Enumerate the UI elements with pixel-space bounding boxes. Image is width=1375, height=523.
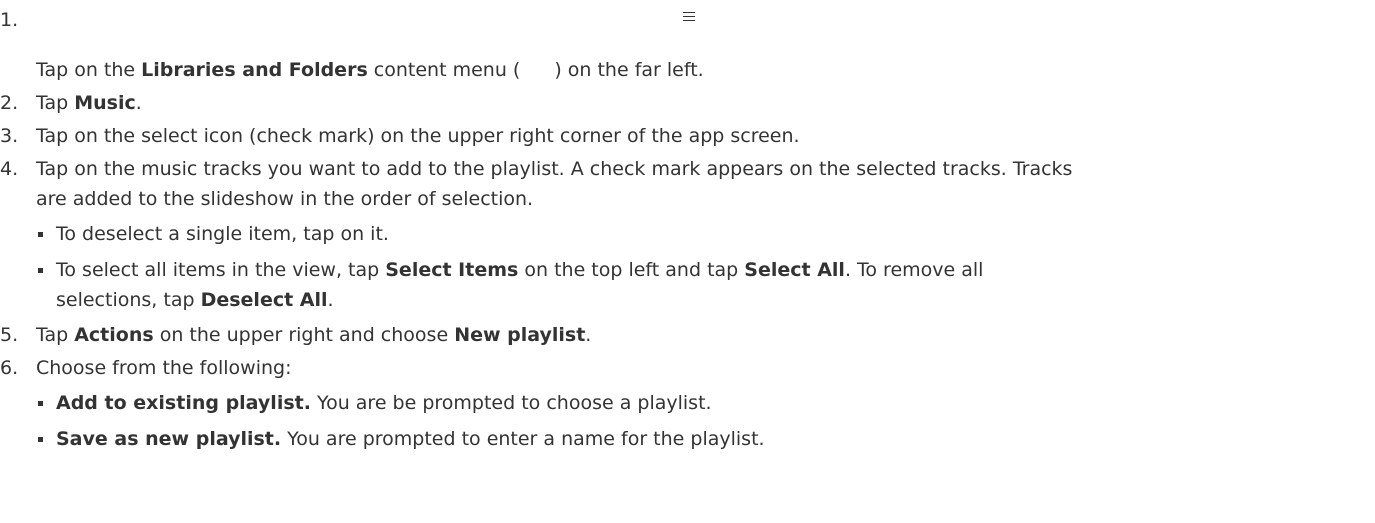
sub-item-text: To deselect a single item, tap on it. <box>56 223 389 245</box>
step-text: Tap on the Libraries and Folders content… <box>36 59 704 81</box>
step-number: 1. <box>0 9 19 31</box>
bullet-marker <box>38 428 48 450</box>
new-playlist-label: New playlist <box>454 324 586 346</box>
step-text-line-2: are added to the slideshow in the order … <box>36 188 534 210</box>
add-to-existing-playlist-label: Add to existing playlist. <box>56 392 311 414</box>
music-label: Music <box>74 92 136 114</box>
step-number: 2. <box>0 92 19 114</box>
sub-item-text: Add to existing playlist. You are be pro… <box>56 392 712 414</box>
step-text: Choose from the following: <box>36 357 292 379</box>
step-text-line-1: Tap on the music tracks you want to add … <box>36 158 1073 180</box>
step-text: Tap Music. <box>36 92 142 114</box>
step-text: Tap on the select icon (check mark) on t… <box>36 125 800 147</box>
deselect-all-label: Deselect All <box>200 289 328 311</box>
bullet-marker <box>38 223 48 245</box>
select-all-label: Select All <box>744 259 845 281</box>
libraries-and-folders-label: Libraries and Folders <box>141 59 368 81</box>
step-text: Tap Actions on the upper right and choos… <box>36 324 592 346</box>
bullet-marker <box>38 392 48 414</box>
step-number: 5. <box>0 324 19 346</box>
select-items-label: Select Items <box>385 259 519 281</box>
sub-item-text-line-2: selections, tap Deselect All. <box>56 289 334 311</box>
step-number: 6. <box>0 357 19 379</box>
bullet-marker <box>38 259 48 281</box>
sub-item-text-line-1: To select all items in the view, tap Sel… <box>56 259 984 281</box>
save-as-new-playlist-label: Save as new playlist. <box>56 428 282 450</box>
step-number: 4. <box>0 158 19 180</box>
menu-icon <box>683 12 695 21</box>
step-number: 3. <box>0 125 19 147</box>
actions-label: Actions <box>74 324 154 346</box>
sub-item-text: Save as new playlist. You are prompted t… <box>56 428 765 450</box>
